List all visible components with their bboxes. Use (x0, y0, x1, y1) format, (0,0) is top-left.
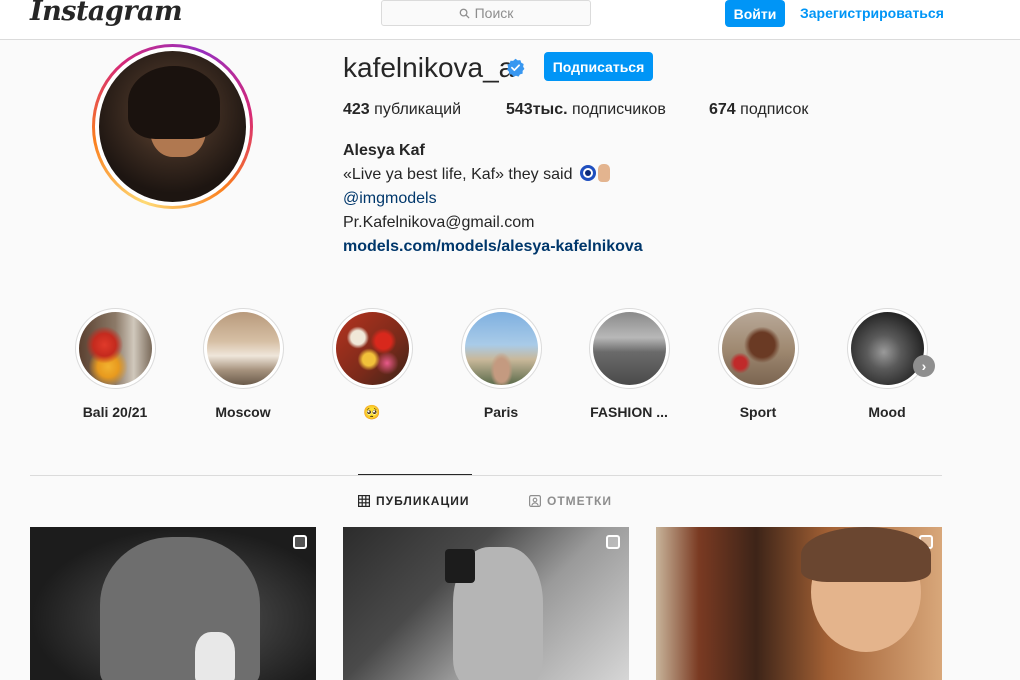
highlight-cover-ring (202, 308, 284, 389)
posts-label: публикаций (369, 101, 461, 118)
highlight-cover (464, 312, 538, 385)
tagged-person-icon (529, 495, 541, 507)
top-navigation-bar: Instagram Поиск Войти Зарегистрироваться (0, 0, 1020, 40)
bio-text-content: «Live ya best life, Kaf» they said (343, 166, 573, 183)
posts-count: 423 (343, 101, 370, 118)
highlight-sport[interactable]: Sport (703, 308, 813, 420)
highlight-cover (592, 312, 666, 385)
highlight-pleading[interactable]: 🥺 (317, 308, 427, 421)
highlight-label: Bali 20/21 (82, 404, 148, 420)
grid-icon (358, 495, 370, 507)
tab-posts[interactable]: ПУБЛИКАЦИИ (358, 494, 469, 508)
highlight-cover-ring (460, 308, 542, 389)
search-input[interactable]: Поиск (381, 0, 591, 26)
highlight-label: Sport (739, 404, 777, 420)
profile-avatar[interactable] (92, 44, 253, 209)
login-button[interactable]: Войти (725, 0, 785, 27)
highlight-cover (850, 312, 924, 385)
bio-mention-link[interactable]: @imgmodels (343, 187, 437, 211)
highlight-bali[interactable]: Bali 20/21 (60, 308, 170, 420)
search-placeholder: Поиск (474, 5, 514, 21)
highlight-cover-ring (846, 308, 928, 389)
search-icon (459, 8, 470, 19)
highlight-cover-ring (588, 308, 670, 389)
post-thumbnail[interactable] (30, 527, 316, 680)
tabs-divider (30, 475, 942, 476)
followers-stat[interactable]: 543тыс. подписчиков (506, 101, 666, 119)
highlight-cover-ring (331, 308, 413, 389)
highlight-label: Moscow (215, 404, 271, 420)
carousel-icon (606, 535, 620, 549)
active-tab-indicator (358, 474, 472, 475)
highlight-label: Paris (483, 404, 519, 420)
bio-email: Pr.Kafelnikova@gmail.com (343, 214, 535, 231)
avatar-border (95, 47, 250, 206)
carousel-icon (919, 535, 933, 549)
instagram-logo[interactable]: Instagram (30, 0, 183, 27)
avatar-image (99, 51, 246, 202)
highlight-cover (78, 312, 152, 385)
highlight-label: FASHION ... (590, 404, 668, 420)
highlight-cover (206, 312, 280, 385)
follow-button[interactable]: Подписаться (544, 52, 653, 81)
highlight-label: Mood (868, 404, 906, 420)
following-label: подписок (735, 101, 809, 118)
tab-posts-label: ПУБЛИКАЦИИ (376, 494, 470, 508)
carousel-icon (293, 535, 307, 549)
highlight-cover-ring (717, 308, 799, 389)
posts-stat: 423 публикаций (343, 101, 461, 119)
post-thumbnail[interactable] (656, 527, 942, 680)
nazar-amulet-icon (579, 165, 596, 181)
highlight-moscow[interactable]: Moscow (188, 308, 298, 420)
signup-link[interactable]: Зарегистрироваться (800, 5, 944, 21)
highlights-next-arrow-icon[interactable]: › (913, 355, 935, 377)
following-stat[interactable]: 674 подписок (709, 101, 808, 119)
followers-label: подписчиков (567, 101, 666, 118)
crossed-fingers-icon (597, 164, 610, 182)
verified-badge-icon (507, 58, 525, 77)
highlight-label: 🥺 (363, 404, 381, 420)
bio-full-name: Alesya Kaf (343, 142, 425, 159)
followers-count: 543тыс. (506, 101, 568, 118)
bio-text: «Live ya best life, Kaf» they said (343, 163, 610, 187)
following-count: 674 (709, 101, 736, 118)
profile-username: kafelnikova_a (343, 52, 515, 83)
bio-website-link[interactable]: models.com/models/alesya-kafelnikova (343, 235, 643, 259)
tab-tagged-label: ОТМЕТКИ (547, 494, 612, 508)
tab-tagged[interactable]: ОТМЕТКИ (529, 494, 612, 508)
highlight-fashion[interactable]: FASHION ... (574, 308, 684, 420)
highlight-cover-ring (74, 308, 156, 389)
highlight-paris[interactable]: Paris (446, 308, 556, 420)
post-thumbnail[interactable] (343, 527, 629, 680)
highlight-cover (721, 312, 795, 385)
highlight-cover (335, 312, 409, 385)
